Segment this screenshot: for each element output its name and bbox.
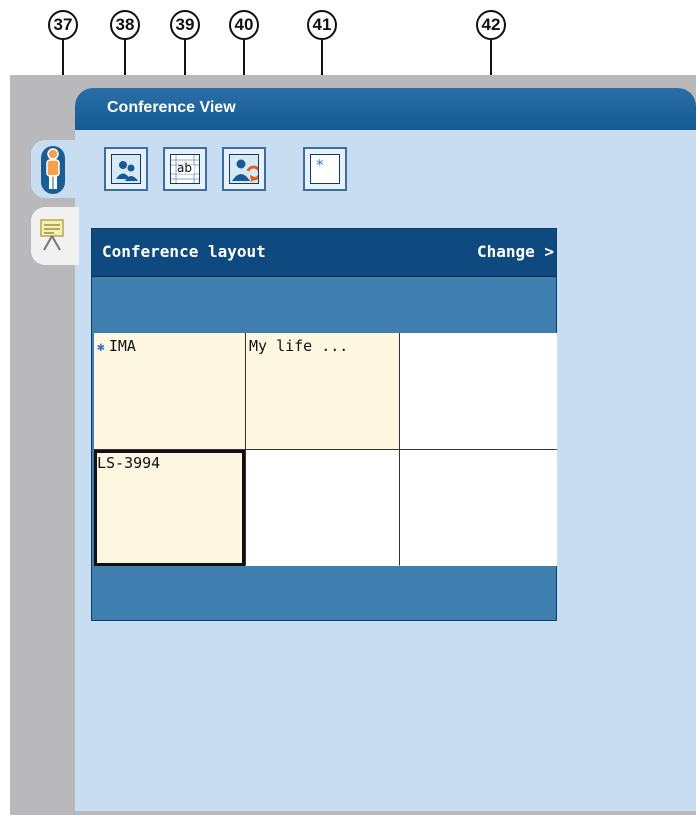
layout-cell-4[interactable]: LS-3994: [94, 450, 245, 566]
callout-40: 40: [229, 10, 259, 40]
conference-layout-panel: Conference layout Change > ✱ IMA My life …: [91, 228, 557, 621]
cell-label: My life ...: [249, 337, 349, 355]
layout-cell-3[interactable]: [400, 333, 557, 449]
text-grid-icon: ab: [170, 154, 200, 184]
callout-41: 41: [307, 10, 337, 40]
layout-cell-2[interactable]: My life ...: [246, 333, 399, 449]
panel-header: Conference View: [75, 88, 696, 130]
layout-cell-6[interactable]: [400, 450, 557, 566]
change-layout-link[interactable]: Change >: [477, 242, 554, 261]
person-icon: [41, 146, 65, 194]
participant-refresh-icon: [229, 154, 262, 184]
star-window-glyph: *: [316, 156, 324, 174]
refresh-participant-button[interactable]: [222, 147, 266, 191]
cell-label: IMA: [108, 337, 136, 355]
screenshot-root: 37 38 39 40 41 42 Conference View ab * C…: [0, 0, 696, 825]
speaker-marker-icon: ✱: [97, 340, 105, 355]
panel-title: Conference View: [107, 99, 236, 116]
tab-presentation[interactable]: [31, 207, 79, 265]
callout-42: 42: [476, 10, 506, 40]
layout-cell-1[interactable]: ✱ IMA: [94, 333, 245, 449]
cell-label: LS-3994: [97, 454, 161, 472]
layout-grid: ✱ IMA My life ... LS-3994: [94, 333, 557, 566]
callout-39: 39: [170, 10, 200, 40]
callout-38: 38: [110, 10, 140, 40]
participants-button[interactable]: [104, 147, 148, 191]
callout-37: 37: [48, 10, 78, 40]
presentation-icon: [40, 219, 64, 251]
layout-cell-5[interactable]: [246, 450, 399, 566]
tab-conference-view[interactable]: [31, 140, 79, 198]
participant-icon: [111, 154, 141, 184]
layout-header: Conference layout Change >: [92, 229, 556, 277]
self-view-button[interactable]: *: [303, 147, 347, 191]
star-window-icon: *: [310, 154, 340, 184]
text-layout-button[interactable]: ab: [163, 147, 207, 191]
layout-title: Conference layout: [102, 242, 266, 261]
text-grid-label: ab: [177, 161, 192, 175]
